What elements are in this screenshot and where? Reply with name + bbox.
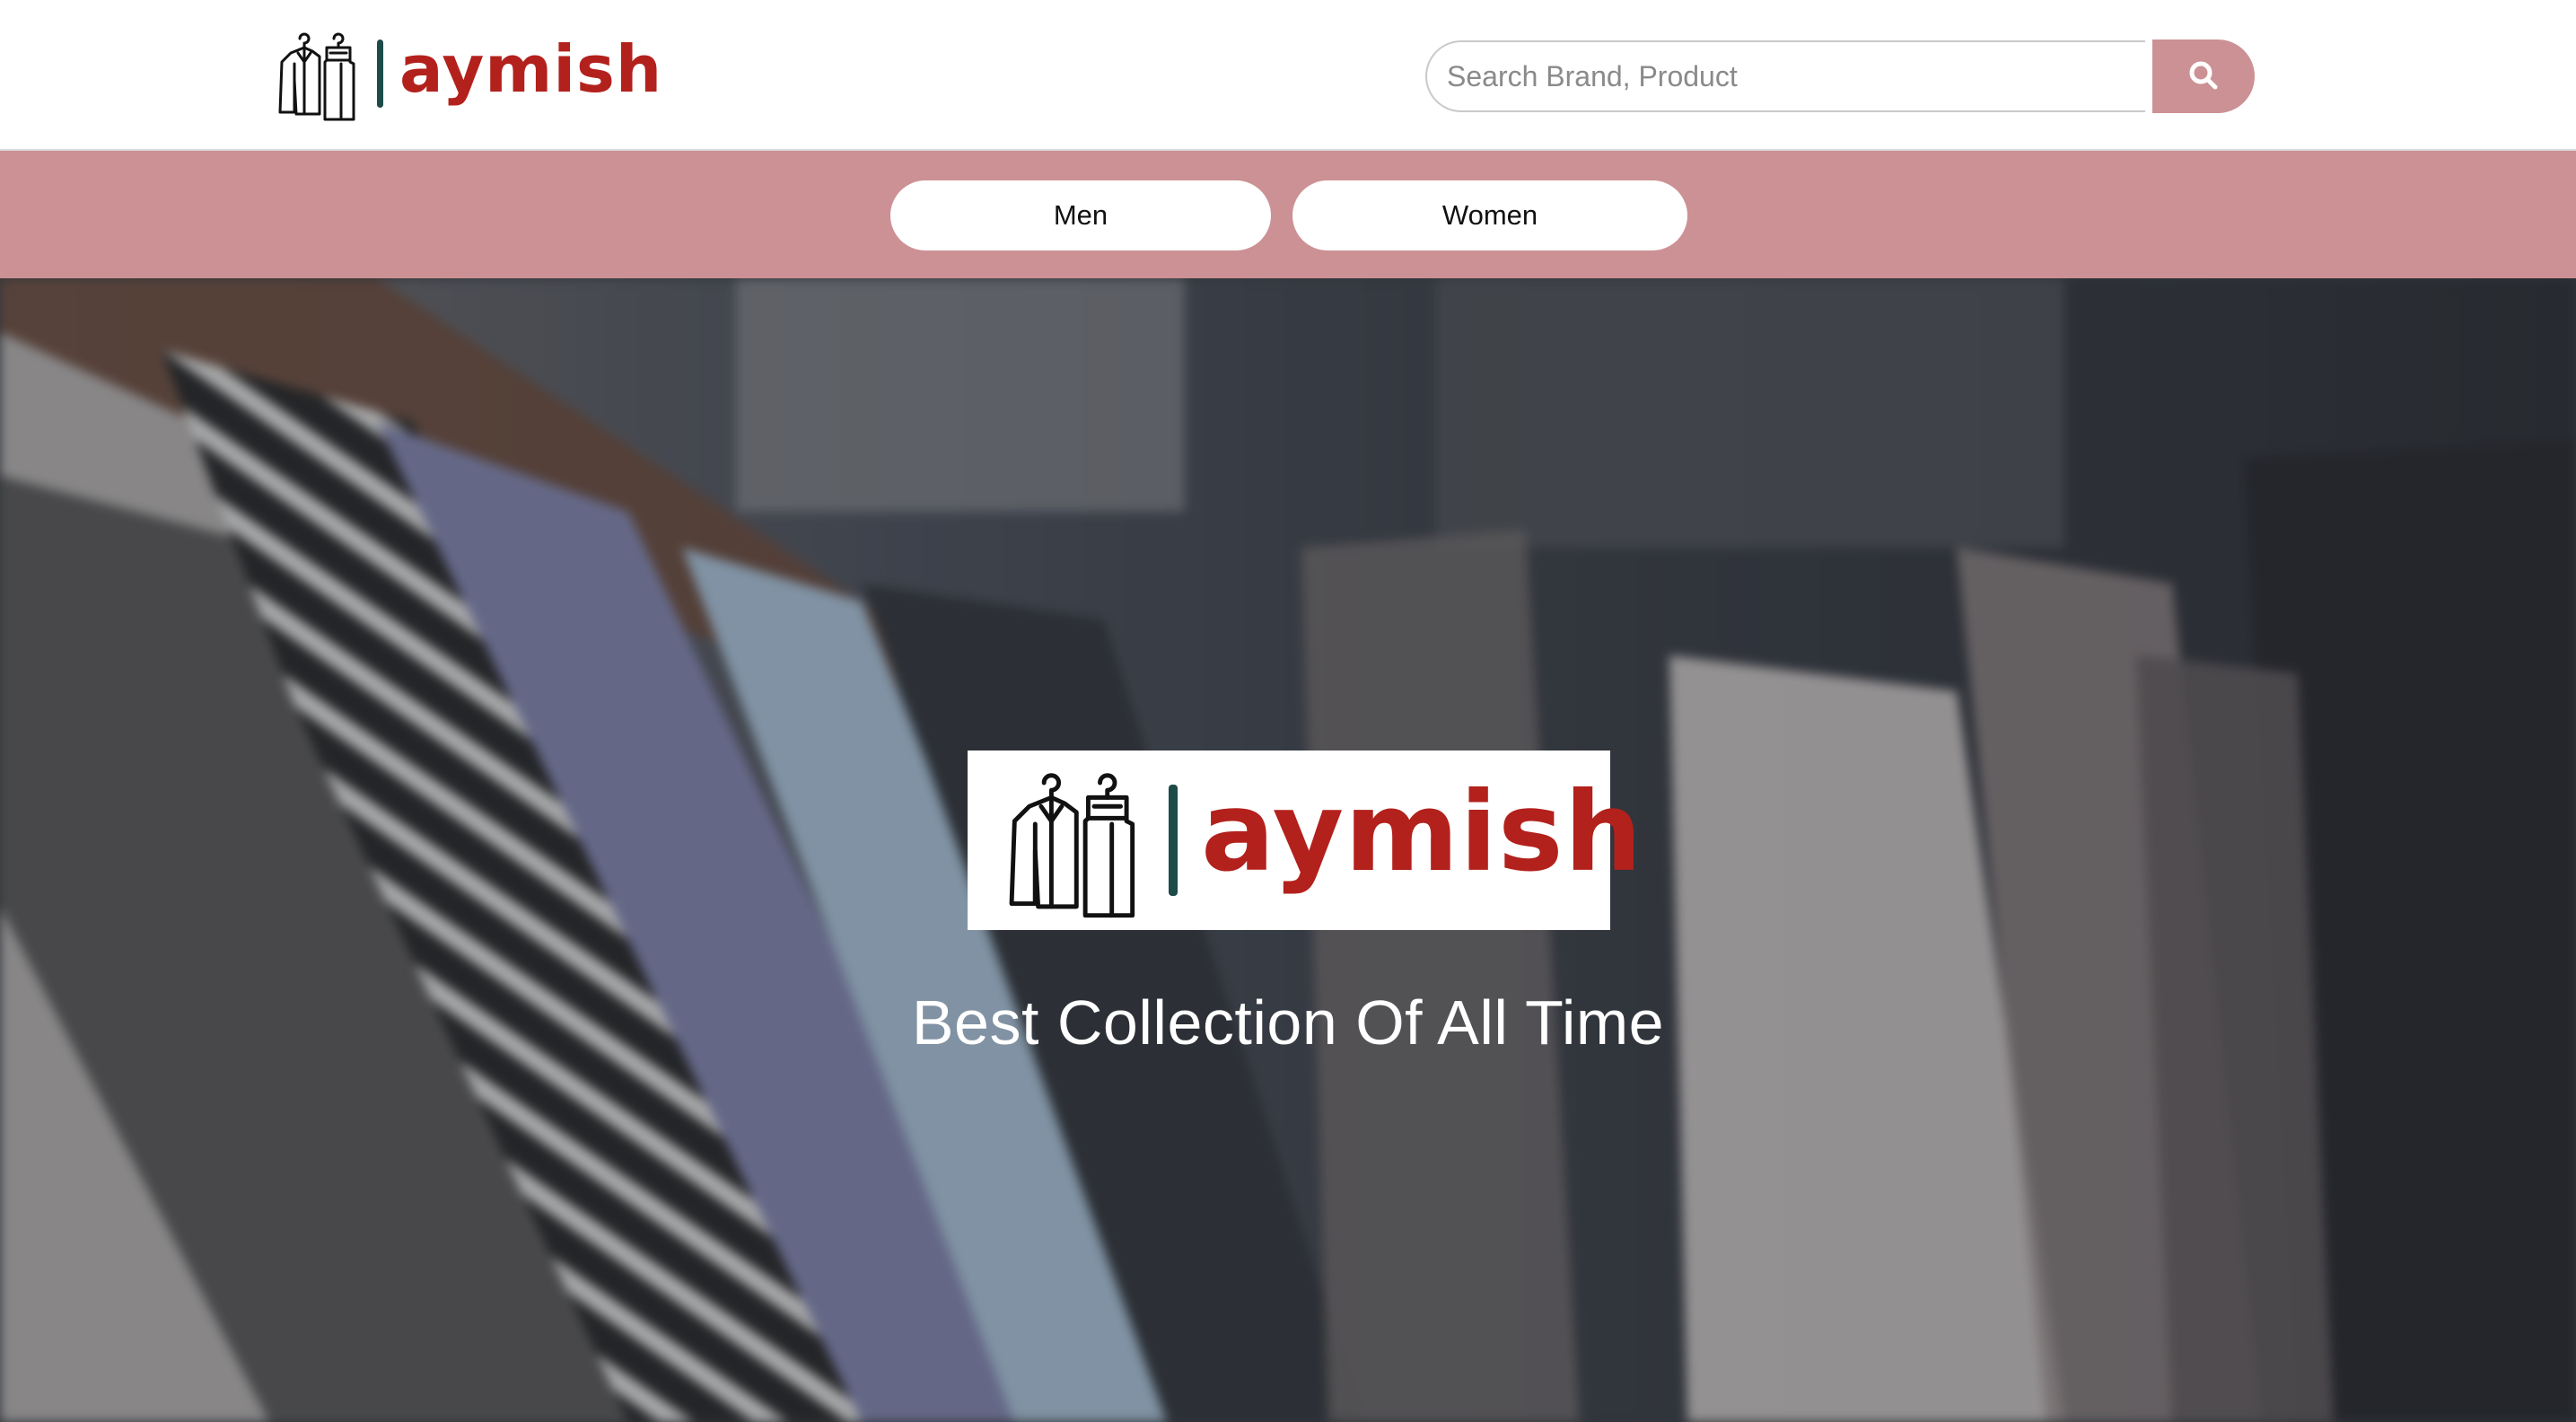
hero-logo: aymish [1005,762,1643,918]
search-icon [2187,59,2220,94]
hero-brand-name: aymish [1201,768,1643,896]
category-nav: Men Women [0,151,2576,278]
hero-logo-box: aymish [968,750,1643,930]
hero-tagline: Best Collection Of All Time [911,987,1665,1058]
nav-men-button[interactable]: Men [890,180,1271,250]
search-bar [1425,40,2255,113]
brand-name: aymish [399,31,663,107]
logo-divider [377,40,383,108]
search-input[interactable] [1425,40,2145,112]
logo-divider [1169,785,1178,896]
hero-banner: aymish Best Collection Of All Time [0,278,2576,1422]
nav-women-button[interactable]: Women [1292,180,1687,250]
search-button[interactable] [2152,40,2255,113]
site-header: aymish [0,0,2576,151]
header-logo[interactable]: aymish [276,23,662,124]
clothes-hanger-icon [1005,762,1142,918]
clothes-hanger-icon [276,26,359,121]
